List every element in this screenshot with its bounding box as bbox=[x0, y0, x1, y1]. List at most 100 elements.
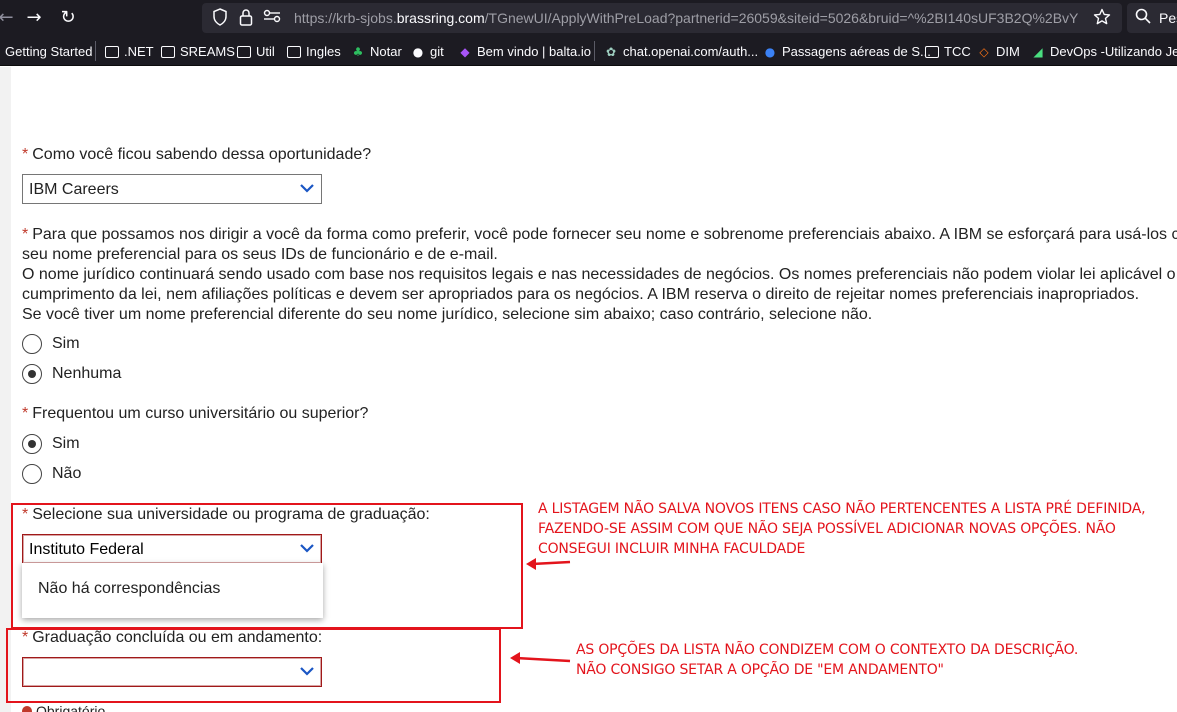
annotation-box-university bbox=[11, 503, 523, 629]
question-source-label: * Como você ficou sabendo dessa oportunid… bbox=[22, 146, 371, 164]
bookmark-label: .NET bbox=[124, 44, 154, 59]
radio-button[interactable] bbox=[22, 464, 42, 484]
annotation-line: FAZENDO-SE ASSIM COM QUE NÃO SEJA POSSÍV… bbox=[538, 521, 1116, 537]
error-dot-icon bbox=[22, 706, 32, 712]
url-text[interactable]: https://krb-sjobs.brassring.com/TGnewUI/… bbox=[294, 10, 1079, 26]
folder-icon bbox=[161, 45, 175, 58]
bookmark-devops[interactable]: ◢ DevOps -Utilizando Je... bbox=[1031, 44, 1177, 59]
question-university-course-label: * Frequentou um curso universitário ou su… bbox=[22, 405, 368, 423]
description-line: * Para que possamos nos dirigir a você da… bbox=[22, 225, 1177, 245]
bookmark-label: Util bbox=[256, 44, 275, 59]
evernote-icon: ♣ bbox=[352, 44, 364, 59]
bookmark-ingles[interactable]: Ingles bbox=[287, 44, 341, 59]
bookmark-label: Bem vindo | balta.io bbox=[477, 44, 591, 59]
folder-icon bbox=[925, 45, 939, 58]
page-content: * Como você ficou sabendo dessa oportunid… bbox=[0, 67, 1177, 712]
question-text: Como você ficou sabendo dessa oportunida… bbox=[32, 146, 372, 163]
required-mark: * bbox=[22, 405, 29, 422]
description-line: cumprimento da lei, nem afiliações polít… bbox=[22, 286, 1140, 303]
radio-label: Sim bbox=[52, 335, 80, 352]
description-text: Para que possamos nos dirigir a você da … bbox=[32, 226, 1177, 243]
bookmark-label: Passagens aéreas de S... bbox=[782, 44, 931, 59]
bookmark-util[interactable]: Util bbox=[237, 44, 275, 59]
bookmark-separator bbox=[594, 41, 595, 61]
bookmark-notar[interactable]: ♣ Notar bbox=[351, 44, 402, 59]
bookmark-label: TCC bbox=[944, 44, 971, 59]
annotation-line: AS OPÇÕES DA LISTA NÃO CONDIZEM COM O CO… bbox=[576, 642, 1079, 658]
bookmark-label: Getting Started bbox=[5, 44, 93, 59]
radio-label: Nenhuma bbox=[52, 365, 122, 382]
radio-label: Sim bbox=[52, 435, 80, 452]
permissions-icon[interactable] bbox=[262, 8, 282, 28]
left-gutter bbox=[0, 67, 11, 712]
annotation-arrow-icon bbox=[510, 652, 571, 664]
required-hint-text: Obrigatório bbox=[36, 703, 106, 712]
annotation-line: CONSEGUI INCLUIR MINHA FACULDADE bbox=[538, 541, 806, 557]
balta-icon: ◆ bbox=[460, 44, 470, 59]
radio-preferred-nenhuma[interactable]: Nenhuma bbox=[22, 364, 121, 384]
folder-icon bbox=[105, 45, 119, 58]
source-select[interactable]: IBM Careers bbox=[22, 174, 322, 204]
bookmark-label: DIM bbox=[996, 44, 1020, 59]
bookmark-label: Ingles bbox=[306, 44, 341, 59]
annotation-line: NÃO CONSIGO SETAR A OPÇÃO DE "EM ANDAMEN… bbox=[576, 662, 944, 678]
lock-icon[interactable] bbox=[236, 8, 256, 28]
shield-icon[interactable] bbox=[210, 8, 230, 28]
diamond-icon: ◇ bbox=[979, 44, 989, 59]
radio-preferred-sim[interactable]: Sim bbox=[22, 334, 80, 354]
description-line: O nome jurídico continuará sendo usado c… bbox=[22, 266, 1176, 283]
search-box[interactable]: Pes bbox=[1127, 3, 1177, 33]
devops-icon: ◢ bbox=[1033, 44, 1043, 59]
folder-icon bbox=[237, 45, 251, 58]
annotation-box-graduation bbox=[6, 628, 501, 703]
question-text: Frequentou um curso universitário ou sup… bbox=[32, 405, 369, 422]
forward-arrow-icon[interactable]: → bbox=[22, 6, 46, 30]
url-host: brassring.com bbox=[396, 10, 485, 26]
source-select-value: IBM Careers bbox=[29, 181, 119, 198]
radio-button[interactable] bbox=[22, 334, 42, 354]
openai-icon: ✿ bbox=[605, 44, 617, 59]
annotation-note-graduation: AS OPÇÕES DA LISTA NÃO CONDIZEM COM O CO… bbox=[576, 640, 1078, 680]
bookmark-getting-started[interactable]: Getting Started bbox=[5, 44, 92, 59]
bookmark-sreams[interactable]: SREAMS bbox=[161, 44, 235, 59]
search-placeholder: Pes bbox=[1159, 10, 1177, 26]
search-icon bbox=[1135, 8, 1151, 28]
reload-icon[interactable]: ↻ bbox=[56, 6, 80, 30]
required-mark: * bbox=[22, 146, 29, 163]
preferred-name-description: * Para que possamos nos dirigir a você da… bbox=[22, 225, 1177, 325]
bookmark-label: DevOps -Utilizando Je... bbox=[1050, 44, 1177, 59]
folder-icon bbox=[287, 45, 301, 58]
bookmark-label: chat.openai.com/auth... bbox=[623, 44, 759, 59]
description-line: seu nome preferencial para os seus IDs d… bbox=[22, 246, 498, 263]
bookmark-passagens[interactable]: ● Passagens aéreas de S... bbox=[763, 44, 931, 59]
radio-label: Não bbox=[52, 465, 82, 482]
description-line: Se você tiver um nome preferencial difer… bbox=[22, 306, 873, 323]
chevron-down-icon bbox=[300, 184, 314, 193]
annotation-note-university: A LISTAGEM NÃO SALVA NOVOS ITENS CASO NÃ… bbox=[538, 499, 1146, 559]
bookmark-chat-openai[interactable]: ✿ chat.openai.com/auth... bbox=[604, 44, 758, 59]
bookmark-label: Notar bbox=[370, 44, 402, 59]
url-bar[interactable]: https://krb-sjobs.brassring.com/TGnewUI/… bbox=[202, 3, 1122, 33]
back-arrow-icon[interactable]: ← bbox=[0, 6, 18, 30]
bookmark-dotnet[interactable]: .NET bbox=[105, 44, 154, 59]
url-suffix: /TGnewUI/ApplyWithPreLoad?partnerid=2605… bbox=[484, 10, 1079, 26]
bookmark-balta[interactable]: ◆ Bem vindo | balta.io bbox=[458, 44, 591, 59]
url-prefix: https://krb-sjobs. bbox=[294, 10, 397, 26]
bookmark-label: git bbox=[430, 44, 444, 59]
required-hint: Obrigatório bbox=[22, 703, 105, 712]
radio-course-sim[interactable]: Sim bbox=[22, 434, 80, 454]
radio-button[interactable] bbox=[22, 364, 42, 384]
annotation-line: A LISTAGEM NÃO SALVA NOVOS ITENS CASO NÃ… bbox=[538, 501, 1146, 517]
github-icon: ● bbox=[412, 44, 424, 59]
bookmark-git[interactable]: ● git bbox=[411, 44, 444, 59]
star-icon[interactable] bbox=[1092, 8, 1112, 28]
location-pin-icon: ● bbox=[764, 44, 776, 59]
required-mark: * bbox=[22, 226, 29, 243]
bookmark-dim[interactable]: ◇ DIM bbox=[977, 44, 1020, 59]
bookmark-separator bbox=[95, 41, 96, 61]
radio-button[interactable] bbox=[22, 434, 42, 454]
bookmark-label: SREAMS bbox=[180, 44, 235, 59]
bookmark-tcc[interactable]: TCC bbox=[925, 44, 971, 59]
browser-toolbar: ← → ↻ https://krb-sjobs.brassring.com/TG… bbox=[0, 0, 1177, 36]
radio-course-nao[interactable]: Não bbox=[22, 464, 81, 484]
